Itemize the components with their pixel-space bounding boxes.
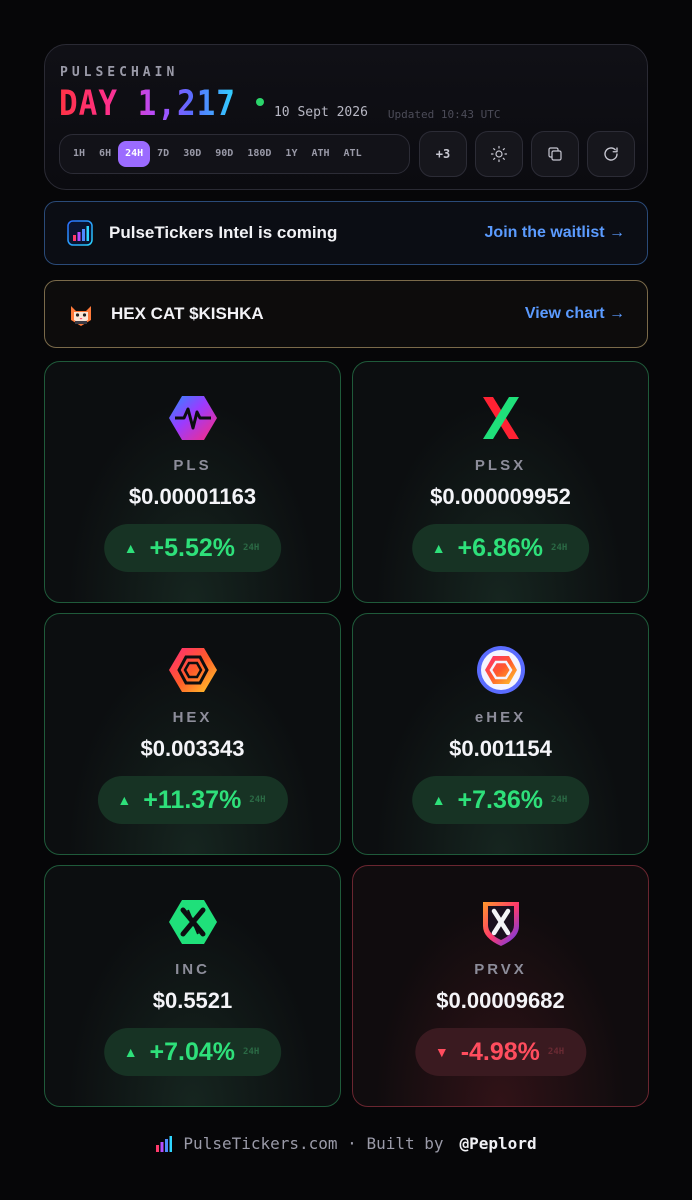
change-period: 24H xyxy=(243,1047,260,1057)
token-symbol: INC xyxy=(175,961,210,978)
up-arrow-icon: ▲ xyxy=(123,1044,138,1060)
refresh-icon xyxy=(604,147,618,161)
hex-logo-icon xyxy=(168,648,217,692)
change-period: 24H xyxy=(551,795,568,805)
up-arrow-icon: ▲ xyxy=(431,540,446,556)
pls-logo-icon xyxy=(168,396,217,440)
token-card-pls[interactable]: PLS $0.00001163 ▲ +5.52% 24H xyxy=(44,361,341,603)
token-price: $0.5521 xyxy=(152,988,233,1013)
token-price: $0.001154 xyxy=(449,736,552,761)
more-timeframes-button[interactable]: +3 xyxy=(419,131,467,177)
timeframe-7d[interactable]: 7D xyxy=(150,141,176,167)
token-symbol: PLS xyxy=(173,457,212,474)
timeframe-24h[interactable]: 24H xyxy=(118,141,151,167)
ehex-logo-icon xyxy=(476,646,525,694)
price-change-value: +5.52% xyxy=(149,533,236,562)
change-period: 24H xyxy=(551,543,568,553)
price-change-pill: ▲ +11.37% 24H xyxy=(97,776,288,824)
change-period: 24H xyxy=(547,1047,565,1057)
price-change-value: +11.37% xyxy=(143,785,242,814)
copy-icon xyxy=(548,147,562,161)
timeframe-90d[interactable]: 90D xyxy=(208,141,240,167)
updated-time: Updated 10:43 UTC xyxy=(387,108,501,121)
token-price: $0.000009952 xyxy=(430,484,571,509)
footer: PulseTickers.com · Built by @Peplord xyxy=(0,1134,692,1153)
token-price: $0.00009682 xyxy=(436,988,565,1013)
timeframe-selector: 1H 6H 24H 7D 30D 90D 180D 1Y ATH ATL xyxy=(59,134,410,174)
theme-toggle-button[interactable] xyxy=(475,131,523,177)
price-change-pill: ▲ +7.04% 24H xyxy=(103,1028,282,1076)
price-change-value: +7.04% xyxy=(149,1037,236,1066)
day-counter: DAY 1,217 xyxy=(59,83,236,124)
price-change-pill: ▼ -4.98% 24H xyxy=(414,1028,587,1076)
timeframe-1y[interactable]: 1Y xyxy=(278,141,304,167)
token-symbol: PRVX xyxy=(474,961,527,978)
view-chart-link[interactable]: View chart → xyxy=(525,305,625,323)
price-change-pill: ▲ +5.52% 24H xyxy=(103,524,282,572)
up-arrow-icon: ▲ xyxy=(431,792,446,808)
token-card-plsx[interactable]: PLSX $0.000009952 ▲ +6.86% 24H xyxy=(352,361,649,603)
live-status-dot xyxy=(255,98,264,106)
join-waitlist-link[interactable]: Join the waitlist → xyxy=(485,224,625,242)
timeframe-180d[interactable]: 180D xyxy=(240,141,278,167)
token-price: $0.003343 xyxy=(140,736,245,761)
price-change-pill: ▲ +7.36% 24H xyxy=(411,776,590,824)
footer-site-text: PulseTickers.com · Built by xyxy=(183,1134,444,1153)
pulsetickers-logo-icon xyxy=(156,1135,173,1152)
pulsetickers-logo-icon xyxy=(67,220,93,246)
header-card: PULSECHAIN DAY 1,217 10 Sept 2026 Update… xyxy=(44,44,648,190)
timeframe-ath[interactable]: ATH xyxy=(304,141,336,167)
token-symbol: eHEX xyxy=(474,709,527,726)
author-handle-link[interactable]: @Peplord xyxy=(460,1134,537,1153)
price-change-value: -4.98% xyxy=(460,1037,540,1066)
up-arrow-icon: ▲ xyxy=(123,540,138,556)
change-period: 24H xyxy=(243,543,260,553)
intel-banner[interactable]: PulseTickers Intel is coming Join the wa… xyxy=(44,201,648,265)
price-change-value: +6.86% xyxy=(457,533,544,562)
intel-banner-title: PulseTickers Intel is coming xyxy=(109,223,338,242)
prvx-shield-logo-icon xyxy=(482,902,519,946)
hex-cat-avatar-icon xyxy=(71,306,91,326)
token-price: $0.00001163 xyxy=(128,484,257,509)
plsx-logo-icon xyxy=(482,397,519,439)
current-date: 10 Sept 2026 xyxy=(273,105,368,120)
sun-icon xyxy=(490,145,508,163)
token-symbol: HEX xyxy=(172,709,213,726)
refresh-button[interactable] xyxy=(587,131,635,177)
chain-label: PULSECHAIN xyxy=(60,65,179,80)
timeframe-atl[interactable]: ATL xyxy=(337,141,369,167)
kishka-banner-title: HEX CAT $KISHKA xyxy=(111,304,264,323)
token-card-inc[interactable]: INC $0.5521 ▲ +7.04% 24H xyxy=(44,865,341,1107)
timeframe-30d[interactable]: 30D xyxy=(176,141,208,167)
timeframe-6h[interactable]: 6H xyxy=(92,141,118,167)
token-card-ehex[interactable]: eHEX $0.001154 ▲ +7.36% 24H xyxy=(352,613,649,855)
change-period: 24H xyxy=(249,795,266,805)
inc-logo-icon xyxy=(168,900,217,944)
kishka-banner[interactable]: HEX CAT $KISHKA View chart → xyxy=(44,280,648,348)
token-card-hex[interactable]: HEX $0.003343 ▲ +11.37% 24H xyxy=(44,613,341,855)
token-card-prvx[interactable]: PRVX $0.00009682 ▼ -4.98% 24H xyxy=(352,865,649,1107)
copy-button[interactable] xyxy=(531,131,579,177)
price-change-value: +7.36% xyxy=(457,785,544,814)
timeframe-1h[interactable]: 1H xyxy=(66,141,92,167)
price-change-pill: ▲ +6.86% 24H xyxy=(411,524,590,572)
up-arrow-icon: ▲ xyxy=(117,792,132,808)
token-symbol: PLSX xyxy=(474,457,527,474)
down-arrow-icon: ▼ xyxy=(434,1044,449,1060)
day-row: DAY 1,217 10 Sept 2026 Updated 10:43 UTC xyxy=(59,84,501,124)
